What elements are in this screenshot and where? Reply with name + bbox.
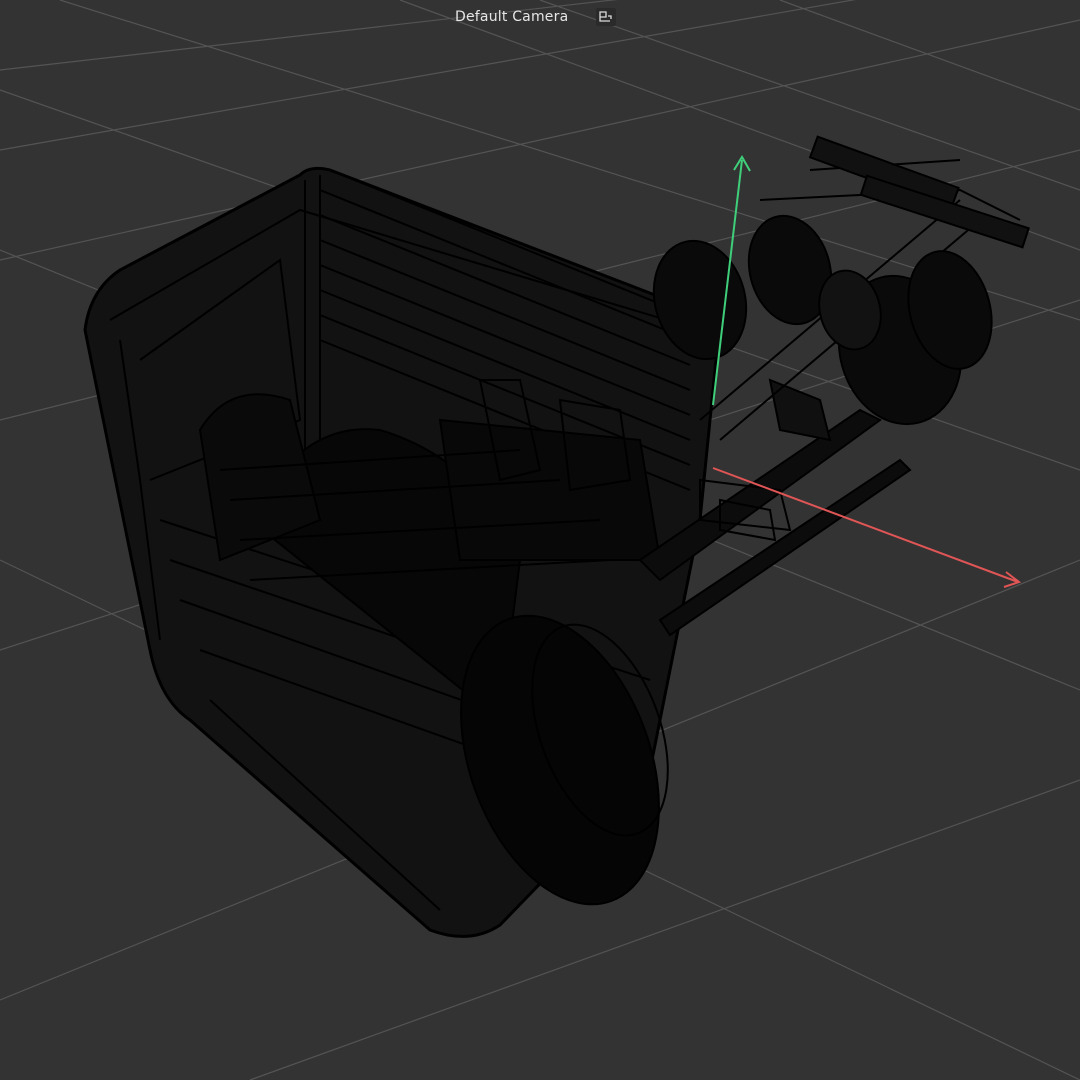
camera-selector[interactable]: Default Camera — [455, 9, 568, 25]
camera-link-icon[interactable] — [596, 8, 617, 26]
truck-wireframe[interactable] — [83, 166, 722, 938]
3d-viewport[interactable]: Default Camera — [0, 0, 1080, 1080]
viewport-canvas[interactable] — [0, 0, 1080, 1080]
camera-link-icon-glyph — [599, 11, 613, 22]
viewport-camera-bar: Default Camera — [455, 6, 617, 28]
